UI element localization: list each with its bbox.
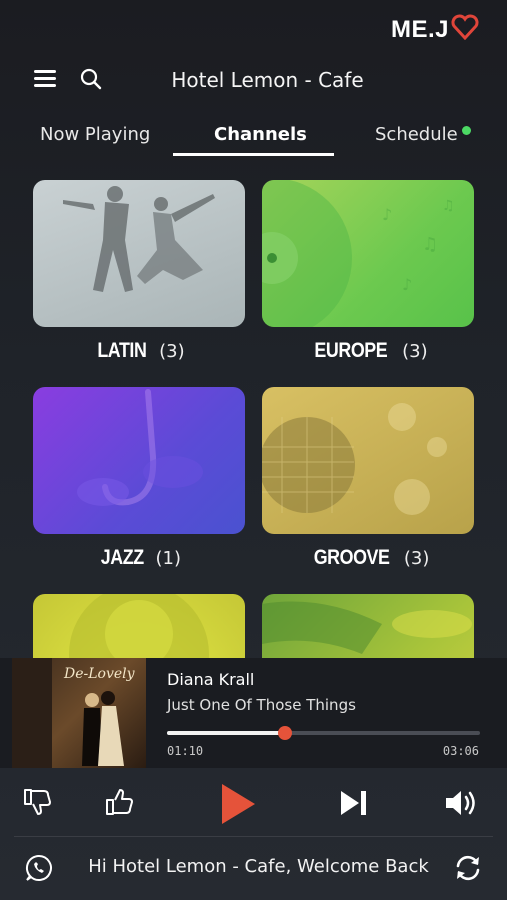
mej-logo: ME.J: [391, 14, 479, 46]
mini-player[interactable]: De-Lovely Diana Krall Just One Of Those …: [0, 658, 507, 768]
saxophone-image: [33, 387, 245, 534]
album-title: De-Lovely: [64, 666, 135, 682]
total-time: 03:06: [442, 744, 479, 758]
album-art[interactable]: De-Lovely: [12, 658, 146, 768]
channel-card-saxophone[interactable]: [262, 594, 474, 658]
channel-name: GROOVE: [313, 546, 390, 569]
channel-name: LATIN: [97, 339, 148, 362]
channel-card-groove[interactable]: GROOVE (3): [262, 387, 474, 570]
divider: [14, 836, 493, 837]
refresh-icon[interactable]: [453, 854, 483, 886]
page-title: Hotel Lemon - Cafe: [171, 68, 364, 92]
play-button[interactable]: [218, 781, 258, 831]
tab-schedule-label: Schedule: [375, 124, 458, 145]
channel-count: (3): [159, 341, 185, 362]
svg-text:♫: ♫: [442, 198, 455, 214]
tab-schedule[interactable]: Schedule: [375, 124, 471, 145]
latin-dancers-image: [33, 180, 245, 327]
svg-text:♪: ♪: [382, 205, 392, 224]
current-time: 01:10: [167, 744, 204, 758]
channel-card-jazz[interactable]: JAZZ (1): [33, 387, 245, 570]
album-tracklist-strip: [12, 658, 52, 768]
album-couple-illustration: [82, 691, 124, 766]
channel-count: (3): [403, 548, 430, 569]
speaker-image: [33, 594, 245, 658]
welcome-message: Hi Hotel Lemon - Cafe, Welcome Back: [88, 856, 429, 877]
instrument-image: [262, 594, 474, 658]
channel-name: JAZZ: [100, 546, 144, 569]
player-controls: [0, 775, 507, 833]
channel-name: EUROPE: [314, 339, 388, 362]
track-artist: Diana Krall: [167, 670, 255, 689]
thumbs-down-icon[interactable]: [22, 787, 54, 821]
svg-text:♫: ♫: [422, 234, 438, 255]
tab-bar: Now Playing Channels Schedule: [0, 120, 507, 160]
progress-knob[interactable]: [277, 726, 292, 740]
svg-text:♪: ♪: [402, 275, 412, 294]
vinyl-record-image: ♪ ♫ ♪ ♫: [262, 180, 474, 327]
footer-bar: Hi Hotel Lemon - Cafe, Welcome Back: [0, 848, 507, 888]
logo-text: ME.J: [390, 16, 449, 43]
progress-bar[interactable]: [167, 726, 480, 740]
tab-now-playing[interactable]: Now Playing: [40, 124, 150, 145]
skip-next-icon[interactable]: [339, 789, 369, 821]
channel-count: (1): [155, 548, 182, 569]
channel-count: (3): [402, 341, 428, 362]
app-header: Hotel Lemon - Cafe: [0, 62, 507, 98]
disco-ball-image: [262, 387, 474, 534]
tab-channels[interactable]: Channels: [214, 124, 307, 145]
status-dot: [461, 126, 471, 135]
heart-check-icon: [451, 14, 479, 46]
channel-grid: LATIN (3) ♪ ♫ ♪ ♫ EUROPE (3) JAZZ (1) GR…: [33, 180, 475, 658]
channel-card-europe[interactable]: ♪ ♫ ♪ ♫ EUROPE (3): [262, 180, 474, 363]
thumbs-up-icon[interactable]: [104, 787, 136, 821]
active-tab-indicator: [173, 153, 334, 156]
volume-icon[interactable]: [444, 789, 478, 821]
progress-fill: [167, 731, 285, 735]
track-title: Just One Of Those Things: [167, 696, 356, 714]
channel-card-latin[interactable]: LATIN (3): [33, 180, 245, 363]
channel-card-speaker[interactable]: [33, 594, 245, 658]
